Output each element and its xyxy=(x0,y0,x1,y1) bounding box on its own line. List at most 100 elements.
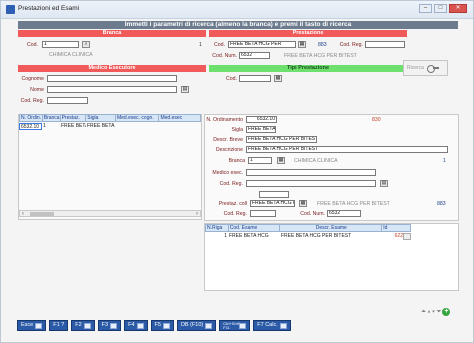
nav-arrows-icon[interactable]: ⏶ ▴ ▾ ⏷ xyxy=(421,309,441,316)
tipi-cod-input[interactable] xyxy=(239,75,271,82)
cell-id[interactable]: 622 xyxy=(383,233,403,240)
col-med-esec[interactable]: Med.esec xyxy=(159,115,200,121)
descr-breve-input[interactable]: FREE BETA HCG PER BITEST xyxy=(246,136,317,143)
prestazione-cod-num-label: Cod. Num. xyxy=(212,53,237,59)
maximize-button[interactable]: □ xyxy=(434,4,447,13)
app-window: Prestazioni ed Esami – □ ✕ Immetti i par… xyxy=(0,0,474,343)
medico-section-title: Medico Esecutore xyxy=(18,65,206,72)
tipi-section-title: Tipi Prestazione xyxy=(209,65,407,72)
db-f10-button[interactable]: DB (F10) xyxy=(176,320,217,331)
detail-branca-lookup-button[interactable]: ▦ xyxy=(277,157,285,164)
cell-n-ordin[interactable]: 6532.10 xyxy=(19,123,42,130)
prestazione-cod-num-input[interactable]: 6532 xyxy=(239,52,270,59)
prestazione-lookup-button[interactable]: ▦ xyxy=(298,41,306,48)
medico-cognome-label: Cognome xyxy=(21,76,45,82)
ctrl-shift-f11-button[interactable]: Ctrl+Shift F11 xyxy=(219,320,251,331)
db-f10-button-label: DB (F10) xyxy=(180,322,204,328)
col-sigla[interactable]: Sigla xyxy=(86,115,116,121)
f2-button-label: F2 xyxy=(75,322,82,328)
cell-branca[interactable]: 1 xyxy=(42,123,60,130)
prestaz-coll-lookup-button[interactable]: ▦ xyxy=(299,200,307,207)
f4-button[interactable]: F4 xyxy=(124,320,148,331)
cell-action[interactable] xyxy=(403,233,411,240)
exit-icon xyxy=(35,322,43,329)
branca-cod-input[interactable]: 1 xyxy=(42,41,79,48)
close-button[interactable]: ✕ xyxy=(449,4,467,13)
f7-calc-button-label: F7 Calc. xyxy=(257,322,278,328)
cell-cod-esame[interactable]: FREE BETA HCG xyxy=(228,233,280,240)
f3-button-label: F3 xyxy=(101,322,109,328)
cell-descr-esame[interactable]: FREE BETA HCG PER BITEST xyxy=(280,233,383,240)
table-row[interactable]: 1 FREE BETA HCG FREE BETA HCG PER BITEST… xyxy=(205,233,411,240)
cell-med-esec[interactable] xyxy=(160,123,201,130)
cell-prestaz[interactable]: FREE BETA H xyxy=(60,123,86,130)
medico-extra-input[interactable] xyxy=(259,191,289,198)
n-ordinamento-label: N. Ordinamento xyxy=(206,117,243,123)
detail-branca-label: Branca xyxy=(228,158,245,164)
f3-button[interactable]: F3 xyxy=(97,320,122,331)
tipi-lookup-button[interactable]: ▦ xyxy=(274,75,282,82)
search-button-label: Ricerca xyxy=(407,65,424,71)
medico-cod-reg-input[interactable] xyxy=(47,97,88,104)
prestazione-cod-reg-input[interactable] xyxy=(365,41,405,48)
col-n-riga[interactable]: N.Riga xyxy=(206,225,229,231)
n-ordinamento-input[interactable]: 6532.10 xyxy=(246,116,277,123)
col-prestaz[interactable]: Prestaz. xyxy=(61,115,87,121)
col-id[interactable]: Id xyxy=(382,225,410,231)
add-record-icon[interactable]: + xyxy=(442,308,451,316)
title-bar: Prestazioni ed Esami – □ ✕ xyxy=(1,1,473,19)
f5-icon xyxy=(162,322,170,329)
results-grid-header: N. Ordin. Branca Prestaz. Sigla Med.esec… xyxy=(19,114,201,122)
detail-branca-desc: CHIMICA CLINICA xyxy=(294,158,338,164)
function-key-toolbar: Esce F1 ? F2 F3 F4 F5 DB (F10) Ctrl+Shif… xyxy=(17,320,291,331)
medico-cognome-input[interactable] xyxy=(47,75,177,82)
f7-calc-button[interactable]: F7 Calc. xyxy=(253,320,291,331)
detail-branca-input[interactable]: 1 xyxy=(248,157,272,164)
results-horizontal-scrollbar[interactable]: ‹ › xyxy=(19,210,201,217)
branca-lookup-button[interactable]: ⌕ xyxy=(82,41,90,48)
col-descr-esame[interactable]: Descr. Esame xyxy=(280,225,383,231)
esc-button[interactable]: Esce xyxy=(17,320,47,331)
f1-button[interactable]: F1 ? xyxy=(49,320,69,331)
scroll-thumb[interactable] xyxy=(30,212,54,216)
f4-icon xyxy=(136,322,144,329)
cod-num-input[interactable]: 6532 xyxy=(327,210,361,217)
medico-nome-input[interactable] xyxy=(47,86,177,93)
prestazione-cod-input[interactable]: FREE BETA HCG PER xyxy=(228,41,296,48)
record-navigation: ⏶ ▴ ▾ ⏷ + xyxy=(421,308,451,316)
minimize-button[interactable]: – xyxy=(419,4,432,13)
col-n-ordin[interactable]: N. Ordin. xyxy=(20,115,43,121)
col-cod-esame[interactable]: Cod. Esame xyxy=(229,225,281,231)
cell-med-esec-cogn[interactable] xyxy=(116,123,160,130)
f3-icon xyxy=(110,322,118,329)
cell-sigla[interactable]: FREE BETA xyxy=(86,123,116,130)
table-row[interactable]: 6532.10 1 FREE BETA H FREE BETA xyxy=(19,123,201,130)
detail-branca-number: 1 xyxy=(443,158,446,164)
prestazione-number: 883 xyxy=(318,42,327,48)
prestazione-section-title: Prestazione xyxy=(209,30,407,37)
sigla-input[interactable]: FREE BETA xyxy=(246,126,276,133)
f11-icon xyxy=(239,322,247,329)
medico-lookup-button[interactable]: ▤ xyxy=(181,86,189,93)
prestaz-coll-input[interactable]: FREE BETA HCG PER xyxy=(250,200,295,207)
prestazione-cod-label: Cod. xyxy=(214,42,225,48)
col-branca[interactable]: Branca xyxy=(43,115,61,121)
f2-button[interactable]: F2 xyxy=(71,320,95,331)
medico-esec-input[interactable] xyxy=(246,169,376,176)
detail-cod-reg-input[interactable] xyxy=(246,180,376,187)
cod-reg2-input[interactable] xyxy=(250,210,276,217)
descr-breve-label: Descr. Breve xyxy=(213,137,243,143)
scroll-left-icon[interactable]: ‹ xyxy=(22,211,24,217)
prestaz-coll-label: Prestaz. coll xyxy=(218,201,247,207)
instruction-banner: Immetti i parametri di ricerca (almeno l… xyxy=(18,21,458,29)
descrizione-input[interactable]: FREE BETA HCG PER BITEST xyxy=(246,146,448,153)
f5-button[interactable]: F5 xyxy=(150,320,174,331)
medico-esec-lookup-button[interactable]: ▤ xyxy=(380,180,388,187)
ctrl-shift-f11-button-label: Ctrl+Shift F11 xyxy=(223,320,240,330)
prestazione-cod-reg-label: Cod. Reg. xyxy=(339,42,363,48)
col-med-esec-cogn[interactable]: Med.esec. cogn. xyxy=(116,115,160,121)
scroll-right-icon[interactable]: › xyxy=(196,211,198,217)
search-button[interactable]: Ricerca xyxy=(403,60,448,76)
cell-n-riga[interactable]: 1 xyxy=(205,233,228,240)
branca-right-number: 1 xyxy=(199,42,202,48)
